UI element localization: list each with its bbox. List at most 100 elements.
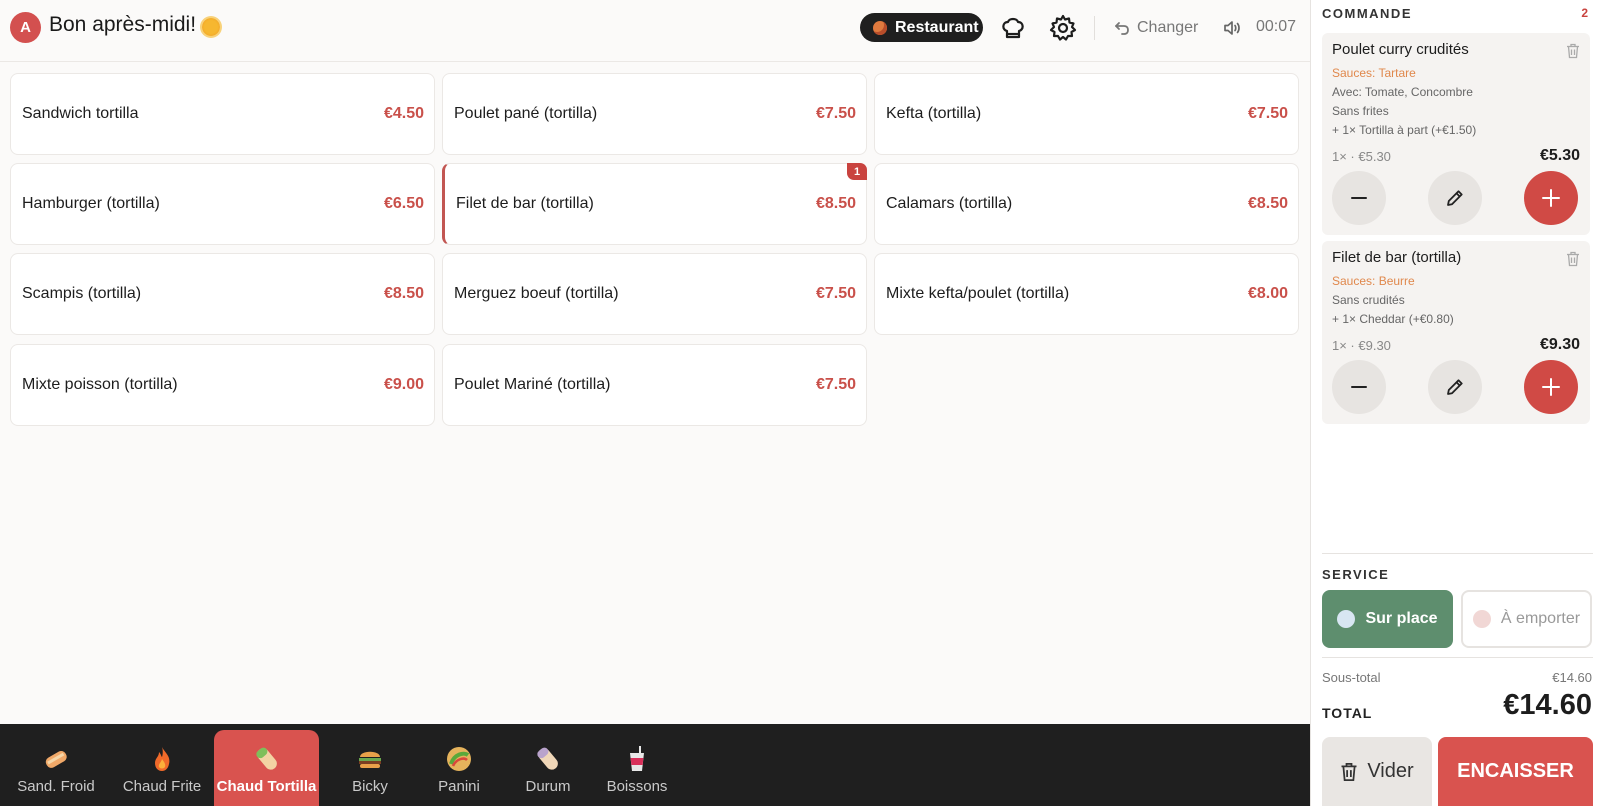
dine-in-label: Sur place bbox=[1365, 610, 1438, 627]
product-price: €8.50 bbox=[815, 195, 856, 212]
order-item-detail: Sans crudités bbox=[1332, 293, 1405, 307]
product-card[interactable]: Mixte kefta/poulet (tortilla) €8.00 bbox=[874, 253, 1299, 335]
product-card[interactable]: Poulet Mariné (tortilla) €7.50 bbox=[442, 344, 867, 426]
product-card[interactable]: Scampis (tortilla) €8.50 bbox=[10, 253, 435, 335]
subtotal-value: €14.60 bbox=[1552, 670, 1592, 685]
category-label: Durum bbox=[525, 778, 571, 795]
sun-icon bbox=[202, 18, 220, 36]
order-item-detail: Sans frites bbox=[1332, 104, 1389, 118]
category-label: Panini bbox=[438, 778, 480, 795]
product-card[interactable]: Calamars (tortilla) €8.50 bbox=[874, 163, 1299, 245]
category-tab-sand-froid[interactable]: Sand. Froid bbox=[6, 730, 106, 806]
main-area: A Bon après-midi! Restaurant Changer 00:… bbox=[0, 0, 1310, 806]
order-item-actions bbox=[1332, 358, 1580, 416]
product-card[interactable]: Merguez boeuf (tortilla) €7.50 bbox=[442, 253, 867, 335]
chef-hat-icon[interactable] bbox=[998, 13, 1028, 43]
pencil-icon bbox=[1447, 379, 1463, 395]
mode-restaurant-button[interactable]: Restaurant bbox=[860, 13, 983, 42]
total-value: €14.60 bbox=[1503, 689, 1592, 721]
mode-label: Restaurant bbox=[895, 18, 979, 36]
house-icon bbox=[1472, 610, 1491, 628]
product-card[interactable]: Poulet pané (tortilla) €7.50 bbox=[442, 73, 867, 155]
service-title: SERVICE bbox=[1322, 567, 1390, 582]
edit-button[interactable] bbox=[1428, 360, 1482, 414]
order-item[interactable]: Filet de bar (tortilla) Sauces: Beurre S… bbox=[1322, 241, 1590, 424]
product-name: Mixte kefta/poulet (tortilla) bbox=[886, 285, 1070, 302]
dine-in-button[interactable]: Sur place bbox=[1322, 590, 1453, 648]
plus-icon bbox=[1542, 378, 1560, 396]
product-price: €7.50 bbox=[815, 376, 856, 393]
product-price: €8.50 bbox=[383, 285, 424, 302]
product-name: Hamburger (tortilla) bbox=[22, 195, 160, 212]
quantity-badge: 1 bbox=[847, 163, 867, 180]
product-name: Filet de bar (tortilla) bbox=[456, 195, 594, 212]
category-tab-chaud-frite[interactable]: Chaud Frite bbox=[112, 730, 212, 806]
product-name: Poulet Mariné (tortilla) bbox=[454, 376, 611, 393]
avatar[interactable]: A bbox=[10, 12, 41, 43]
product-name: Merguez boeuf (tortilla) bbox=[454, 285, 619, 302]
order-item-actions bbox=[1332, 169, 1580, 227]
subtotal-label: Sous-total bbox=[1322, 670, 1381, 685]
restaurant-icon bbox=[873, 20, 887, 35]
undo-arrow-icon bbox=[1115, 22, 1129, 35]
order-item[interactable]: Poulet curry crudités Sauces: Tartare Av… bbox=[1322, 33, 1590, 235]
greeting-text: Bon après-midi! bbox=[49, 13, 197, 36]
product-price: €7.50 bbox=[815, 285, 856, 302]
product-price: €4.50 bbox=[383, 105, 424, 122]
category-tab-panini[interactable]: Panini bbox=[414, 730, 504, 806]
category-tab-durum[interactable]: Durum bbox=[503, 730, 593, 806]
product-name: Scampis (tortilla) bbox=[22, 285, 142, 302]
clear-order-button[interactable]: Vider bbox=[1322, 737, 1432, 806]
category-nav: Sand. Froid Chaud Frite Chaud Tortilla B… bbox=[0, 724, 1310, 806]
product-name: Kefta (tortilla) bbox=[886, 105, 982, 122]
increase-button[interactable] bbox=[1524, 360, 1578, 414]
product-name: Mixte poisson (tortilla) bbox=[22, 376, 178, 393]
trash-icon[interactable] bbox=[1566, 43, 1580, 59]
product-price: €8.50 bbox=[1247, 195, 1288, 212]
speaker-icon[interactable] bbox=[1222, 18, 1242, 38]
product-price: €8.00 bbox=[1247, 285, 1288, 302]
product-price: €6.50 bbox=[383, 195, 424, 212]
change-button[interactable]: Changer bbox=[1114, 17, 1198, 39]
total-label: TOTAL bbox=[1322, 705, 1373, 721]
increase-button[interactable] bbox=[1524, 171, 1578, 225]
taco-icon bbox=[444, 744, 474, 774]
plate-icon bbox=[1337, 610, 1356, 628]
flame-icon bbox=[147, 744, 177, 774]
order-item-name: Poulet curry crudités bbox=[1332, 41, 1469, 58]
takeaway-button[interactable]: À emporter bbox=[1461, 590, 1592, 648]
product-card[interactable]: Hamburger (tortilla) €6.50 bbox=[10, 163, 435, 245]
product-card[interactable]: Mixte poisson (tortilla) €9.00 bbox=[10, 344, 435, 426]
category-label: Bicky bbox=[352, 778, 388, 795]
category-label: Boissons bbox=[606, 778, 668, 795]
order-item-total: €9.30 bbox=[1539, 336, 1580, 353]
category-tab-bicky[interactable]: Bicky bbox=[325, 730, 415, 806]
sandwich-icon bbox=[41, 744, 71, 774]
order-item-detail: Avec: Tomate, Concombre bbox=[1332, 85, 1473, 99]
edit-button[interactable] bbox=[1428, 171, 1482, 225]
order-panel: COMMANDE 2 Poulet curry crudités Sauces:… bbox=[1310, 0, 1600, 806]
order-count-badge: 2 bbox=[1581, 6, 1588, 20]
category-label: Sand. Froid bbox=[17, 778, 95, 795]
product-price: €7.50 bbox=[815, 105, 856, 122]
product-card-selected[interactable]: Filet de bar (tortilla) €8.50 1 bbox=[442, 163, 867, 245]
drink-icon bbox=[622, 744, 652, 774]
checkout-button[interactable]: ENCAISSER bbox=[1438, 737, 1593, 806]
burger-icon bbox=[355, 744, 385, 774]
top-bar: A Bon après-midi! Restaurant Changer 00:… bbox=[0, 0, 1310, 62]
category-tab-chaud-tortilla[interactable]: Chaud Tortilla bbox=[214, 730, 319, 806]
decrease-button[interactable] bbox=[1332, 360, 1386, 414]
product-card[interactable]: Sandwich tortilla €4.50 bbox=[10, 73, 435, 155]
decrease-button[interactable] bbox=[1332, 171, 1386, 225]
product-card[interactable]: Kefta (tortilla) €7.50 bbox=[874, 73, 1299, 155]
category-label: Chaud Tortilla bbox=[216, 778, 317, 795]
wrap-icon bbox=[252, 744, 282, 774]
product-name: Poulet pané (tortilla) bbox=[454, 105, 598, 122]
order-item-detail: + 1× Tortilla à part (+€1.50) bbox=[1332, 123, 1477, 137]
trash-icon[interactable] bbox=[1566, 251, 1580, 267]
order-title: COMMANDE bbox=[1322, 6, 1412, 21]
category-label: Chaud Frite bbox=[122, 778, 202, 795]
gear-icon[interactable] bbox=[1048, 13, 1078, 43]
product-name: Calamars (tortilla) bbox=[886, 195, 1013, 212]
category-tab-boissons[interactable]: Boissons bbox=[592, 730, 682, 806]
